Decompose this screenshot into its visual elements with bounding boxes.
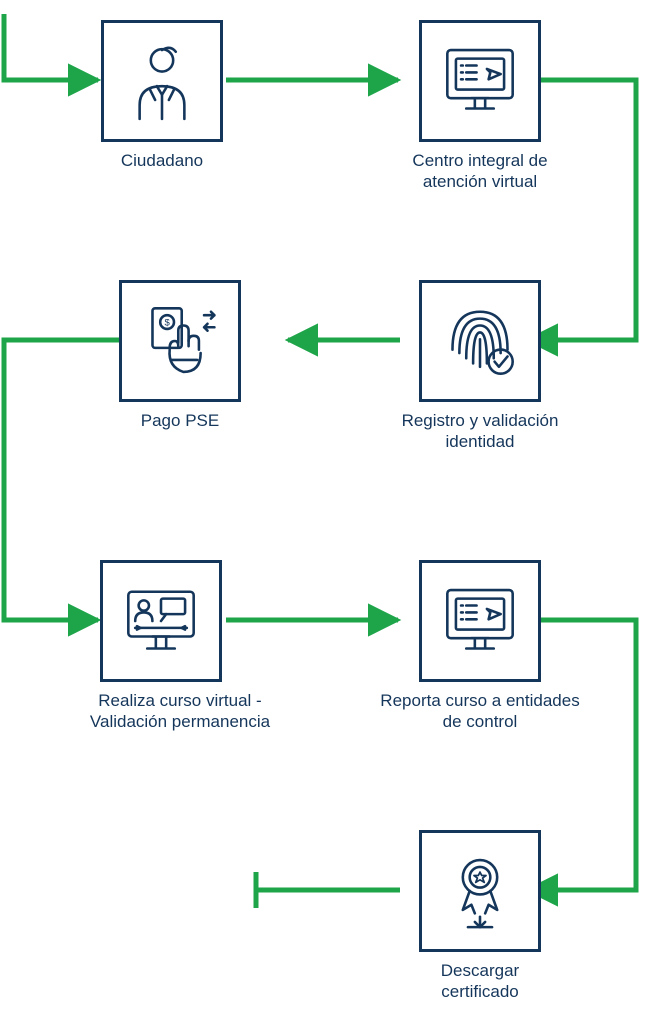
- fingerprint-icon: [437, 298, 523, 384]
- svg-text:$: $: [164, 318, 170, 329]
- step-box: $: [119, 280, 241, 402]
- step-descargar-certificado: Descargar certificado: [400, 830, 560, 1003]
- step-label: Realiza curso virtual - Validación perma…: [60, 690, 300, 733]
- payment-icon: $: [137, 298, 223, 384]
- step-curso-virtual: Realiza curso virtual - Validación perma…: [60, 560, 300, 733]
- step-label: Reporta curso a entidades de control: [370, 690, 590, 733]
- step-box: [419, 20, 541, 142]
- step-label: Pago PSE: [100, 410, 260, 431]
- step-label: Descargar certificado: [400, 960, 560, 1003]
- person-icon: [119, 38, 205, 124]
- step-centro-integral: Centro integral de atención virtual: [380, 20, 580, 193]
- step-box: [101, 20, 223, 142]
- step-ciudadano: Ciudadano: [100, 20, 224, 171]
- step-box: [100, 560, 222, 682]
- report-icon: [437, 578, 523, 664]
- certificate-icon: [437, 848, 523, 934]
- step-label: Centro integral de atención virtual: [380, 150, 580, 193]
- step-box: [419, 830, 541, 952]
- virtual-course-icon: [118, 578, 204, 664]
- step-label: Ciudadano: [100, 150, 224, 171]
- step-pago-pse: $ Pago PSE: [100, 280, 260, 431]
- step-reporta-curso: Reporta curso a entidades de control: [370, 560, 590, 733]
- virtual-center-icon: [437, 38, 523, 124]
- step-registro-validacion: Registro y validación identidad: [370, 280, 590, 453]
- step-box: [419, 560, 541, 682]
- step-box: [419, 280, 541, 402]
- step-label: Registro y validación identidad: [370, 410, 590, 453]
